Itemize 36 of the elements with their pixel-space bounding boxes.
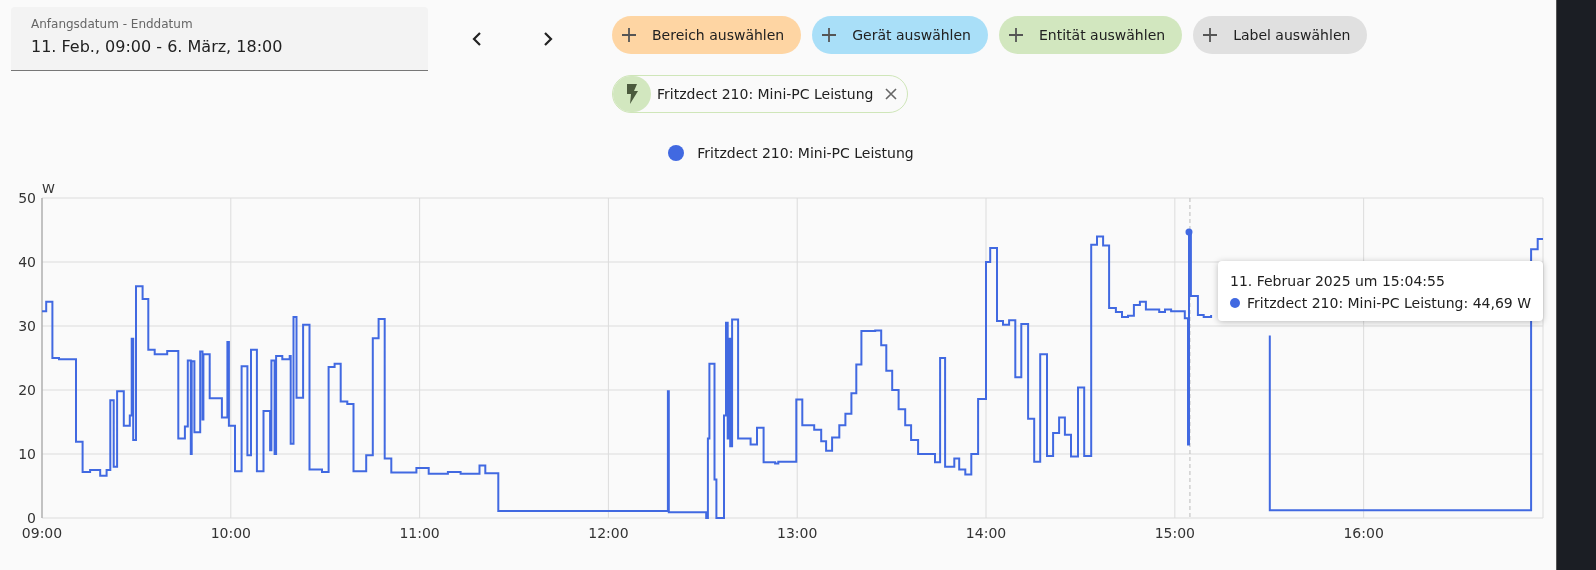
tick-label: 16:00 [1343, 525, 1384, 541]
series-dot [1230, 298, 1240, 308]
chevron-right-icon [543, 32, 553, 46]
plus-icon [1009, 28, 1023, 42]
tick-label: 15:00 [1154, 525, 1195, 541]
tick-label: 10 [18, 446, 36, 462]
chevron-left-icon [472, 32, 482, 46]
filter-chip[interactable]: Gerät auswählen [812, 16, 988, 54]
tick-label: 13:00 [777, 525, 818, 541]
legend-dot [668, 145, 685, 161]
legend-label[interactable]: Fritzdect 210: Mini-PC Leistung [697, 145, 914, 161]
tooltip-title: 11. Februar 2025 um 15:04:55 [1230, 273, 1446, 289]
entity-chip[interactable]: Fritzdect 210: Mini-PC Leistung [612, 75, 908, 113]
tick-label: 0 [27, 510, 36, 526]
tick-label: 50 [18, 190, 36, 206]
filter-chip[interactable]: Entität auswählen [999, 16, 1183, 54]
tick-label: 10:00 [210, 525, 251, 541]
tick-label: 11:00 [399, 525, 440, 541]
lightning-icon [626, 84, 638, 104]
tick-label: 12:00 [588, 525, 629, 541]
tooltip-value: Fritzdect 210: Mini-PC Leistung: 44,69 W [1247, 295, 1531, 311]
entity-label: Fritzdect 210: Mini-PC Leistung [657, 86, 874, 102]
close-icon[interactable] [883, 86, 900, 102]
date-range-field[interactable]: Anfangsdatum - Enddatum 11. Feb., 09:00 - 6. März, 18:00 [11, 7, 428, 71]
tick-label: 40 [18, 254, 36, 270]
tick-label: 20 [18, 382, 36, 398]
hover-point [1185, 228, 1193, 236]
filter-chip[interactable]: Label auswählen [1193, 16, 1368, 54]
tick-label: 09:00 [21, 525, 63, 541]
plus-icon [822, 28, 837, 42]
plus-icon [622, 28, 636, 42]
filter-chip[interactable]: Bereich auswählen [612, 16, 802, 54]
axis-unit: W [42, 181, 55, 196]
tick-label: 14:00 [965, 525, 1007, 541]
plus-icon [1203, 28, 1218, 42]
tick-label: 30 [18, 318, 36, 334]
